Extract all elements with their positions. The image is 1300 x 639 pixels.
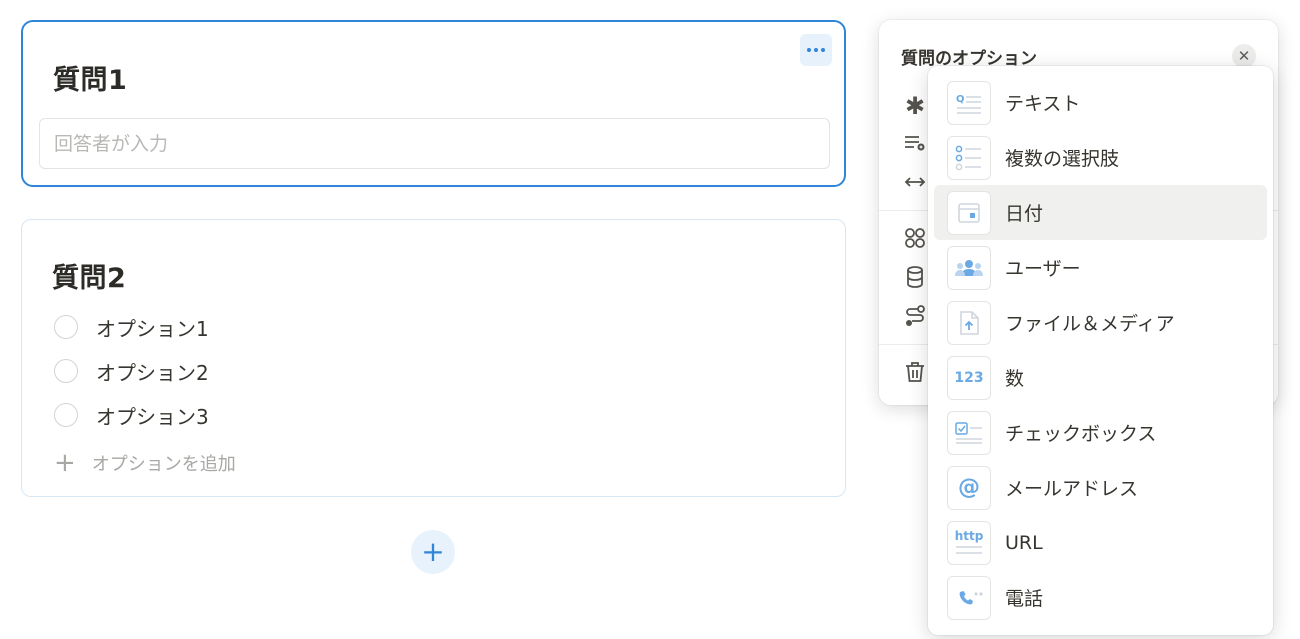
radio-icon[interactable] xyxy=(54,359,78,383)
question-card-1[interactable]: 質問1 xyxy=(21,20,846,187)
user-icon xyxy=(947,245,991,290)
add-option-button[interactable]: + オプションを追加 xyxy=(54,450,236,476)
file-upload-icon xyxy=(947,300,991,345)
menu-item-checkbox[interactable]: チェックボックス xyxy=(934,405,1267,460)
description-icon[interactable] xyxy=(903,131,927,155)
option-row[interactable]: オプション3 xyxy=(54,401,209,430)
width-icon[interactable] xyxy=(903,170,927,194)
checkbox-icon xyxy=(947,410,991,455)
text-icon: Q xyxy=(947,80,991,125)
menu-item-label: URL xyxy=(1005,531,1043,554)
add-option-label: オプションを追加 xyxy=(91,454,236,475)
option-row[interactable]: オプション2 xyxy=(54,357,209,386)
menu-item-label: ファイル＆メディア xyxy=(1005,313,1175,335)
menu-item-label: ユーザー xyxy=(1005,258,1081,280)
option-label[interactable]: オプション3 xyxy=(96,401,209,430)
answer-input[interactable] xyxy=(39,118,830,169)
url-icon-text: http xyxy=(954,529,984,543)
more-dot-icon xyxy=(814,48,818,52)
menu-item-label: メールアドレス xyxy=(1005,478,1139,500)
menu-item-label: 電話 xyxy=(1005,588,1044,610)
question-1-title[interactable]: 質問1 xyxy=(53,58,127,97)
svg-text:Q: Q xyxy=(956,94,965,105)
menu-item-label: 数 xyxy=(1005,368,1025,390)
radio-icon[interactable] xyxy=(54,403,78,427)
logic-icon[interactable] xyxy=(903,304,927,328)
menu-item-multiple-choice[interactable]: 複数の選択肢 xyxy=(934,130,1267,185)
asterisk-icon[interactable]: ✱ xyxy=(903,92,927,120)
email-icon: @ xyxy=(947,465,991,510)
question-card-2[interactable]: 質問2 オプション1 オプション2 オプション3 + オプションを追加 xyxy=(21,219,846,497)
plus-icon: + xyxy=(54,448,76,478)
add-question-button[interactable]: + xyxy=(411,530,455,574)
menu-item-date[interactable]: 日付 xyxy=(934,185,1267,240)
multiple-choice-icon xyxy=(947,135,991,180)
menu-item-email[interactable]: @ メールアドレス xyxy=(934,460,1267,515)
option-label[interactable]: オプション2 xyxy=(96,357,209,386)
group-icon[interactable] xyxy=(903,226,927,250)
more-options-button[interactable] xyxy=(800,34,832,66)
option-label[interactable]: オプション1 xyxy=(96,313,209,342)
question-type-menu: Q テキスト 複数の選択肢 日付 ユーザー ファイル＆メディア 123 数 チェ… xyxy=(928,66,1273,635)
menu-item-label: 日付 xyxy=(1005,203,1044,225)
menu-item-url[interactable]: http URL xyxy=(934,515,1267,570)
menu-item-file[interactable]: ファイル＆メディア xyxy=(934,295,1267,350)
more-dot-icon xyxy=(807,48,811,52)
question-2-title[interactable]: 質問2 xyxy=(52,256,126,295)
number-icon: 123 xyxy=(947,355,991,400)
menu-item-phone[interactable]: 電話 xyxy=(934,570,1267,625)
menu-item-label: チェックボックス xyxy=(1005,423,1157,445)
option-row[interactable]: オプション1 xyxy=(54,313,209,342)
date-icon xyxy=(947,190,991,235)
menu-item-label: テキスト xyxy=(1005,93,1081,115)
radio-icon[interactable] xyxy=(54,315,78,339)
menu-item-number[interactable]: 123 数 xyxy=(934,350,1267,405)
menu-item-text[interactable]: Q テキスト xyxy=(934,75,1267,130)
trash-icon[interactable] xyxy=(903,360,927,384)
more-dot-icon xyxy=(821,48,825,52)
menu-item-label: 複数の選択肢 xyxy=(1005,148,1120,170)
menu-item-user[interactable]: ユーザー xyxy=(934,240,1267,295)
url-icon: http xyxy=(947,520,991,565)
close-button[interactable]: ✕ xyxy=(1232,44,1256,68)
phone-icon xyxy=(947,575,991,620)
database-icon[interactable] xyxy=(903,265,927,289)
